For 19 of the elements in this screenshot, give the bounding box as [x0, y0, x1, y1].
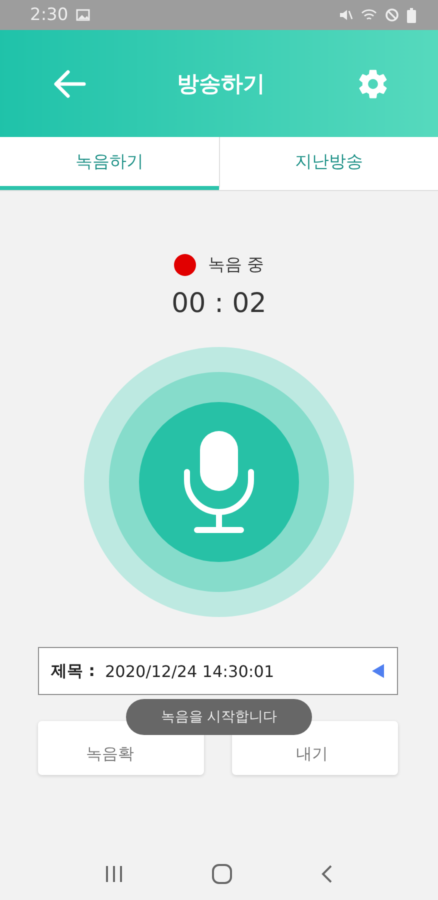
recording-timer: 00 : 02	[170, 288, 268, 319]
wifi-icon	[361, 8, 377, 22]
play-icon[interactable]	[371, 663, 385, 679]
do-not-disturb-icon	[385, 8, 399, 22]
title-label: 제목 :	[51, 660, 95, 682]
mute-icon	[339, 8, 353, 22]
status-time: 2:30	[30, 5, 68, 25]
microphone-record-button[interactable]	[84, 347, 354, 617]
recent-apps-icon[interactable]	[104, 865, 124, 883]
title-field[interactable]: 제목 : 2020/12/24 14:30:01	[38, 647, 398, 695]
status-toast: 녹음을 시작합니다	[126, 699, 312, 735]
back-arrow-icon[interactable]	[52, 68, 86, 98]
recording-status: 녹음 중	[208, 254, 264, 276]
screen-title: 방송하기	[177, 70, 265, 98]
title-value: 2020/12/24 14:30:01	[104, 662, 276, 680]
image-icon	[76, 9, 90, 21]
back-icon[interactable]	[320, 864, 334, 884]
home-icon[interactable]	[210, 863, 233, 885]
battery-icon	[407, 8, 416, 22]
